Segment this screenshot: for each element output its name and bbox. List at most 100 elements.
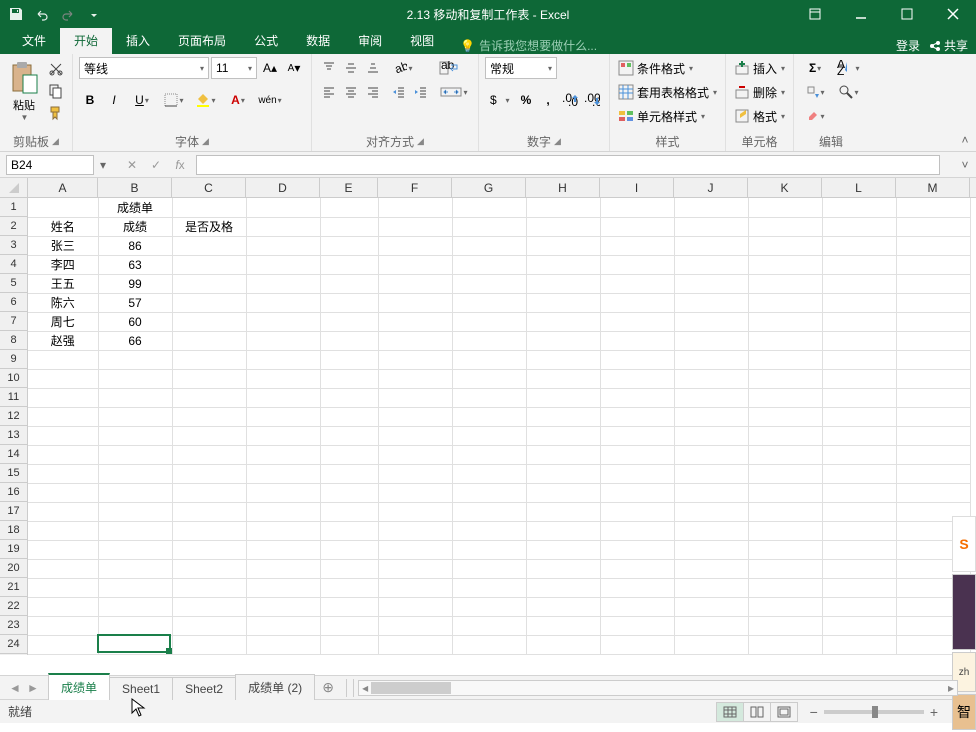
cell[interactable]	[674, 217, 748, 236]
expand-formula-bar-icon[interactable]: ˅	[956, 152, 974, 178]
column-header[interactable]: M	[896, 178, 970, 197]
row-header[interactable]: 6	[0, 293, 27, 312]
cell[interactable]	[28, 597, 98, 616]
cell[interactable]: 60	[98, 312, 172, 331]
conditional-format-button[interactable]: 条件格式▾	[616, 57, 695, 79]
cell[interactable]	[378, 616, 452, 635]
cell[interactable]	[896, 198, 970, 217]
cut-icon[interactable]	[46, 59, 66, 79]
cell[interactable]	[378, 445, 452, 464]
cell[interactable]	[600, 464, 674, 483]
cell[interactable]	[172, 445, 246, 464]
cell[interactable]	[600, 502, 674, 521]
cell[interactable]	[748, 445, 822, 464]
cells-area[interactable]: 成绩单姓名成绩是否及格张三86李四63王五99陈六57周七60赵强66	[28, 198, 976, 655]
cell[interactable]	[452, 388, 526, 407]
cell[interactable]	[748, 331, 822, 350]
cell[interactable]	[452, 502, 526, 521]
row-header[interactable]: 15	[0, 464, 27, 483]
cell[interactable]	[674, 540, 748, 559]
cell[interactable]	[526, 540, 600, 559]
cell[interactable]	[896, 312, 970, 331]
cell[interactable]	[28, 616, 98, 635]
orientation-icon[interactable]: ab▾	[388, 57, 418, 79]
row-header[interactable]: 4	[0, 255, 27, 274]
comma-format-icon[interactable]: ,	[537, 89, 559, 111]
horizontal-scrollbar[interactable]: ◂ ▸	[358, 680, 958, 696]
cell[interactable]	[320, 198, 378, 217]
cell[interactable]	[822, 635, 896, 654]
cell[interactable]	[674, 578, 748, 597]
sheet-tab[interactable]: Sheet1	[109, 677, 173, 700]
cell[interactable]	[600, 540, 674, 559]
share-button[interactable]: 共享	[928, 37, 968, 54]
cell[interactable]	[674, 483, 748, 502]
cell[interactable]: 姓名	[28, 217, 98, 236]
select-all-corner[interactable]	[0, 178, 28, 197]
cell[interactable]	[748, 578, 822, 597]
cell[interactable]	[172, 293, 246, 312]
ribbon-options-icon[interactable]	[792, 0, 838, 28]
cell[interactable]	[748, 464, 822, 483]
fill-button[interactable]: ▾	[800, 81, 830, 103]
row-header[interactable]: 22	[0, 597, 27, 616]
cell[interactable]	[822, 198, 896, 217]
cell[interactable]	[822, 274, 896, 293]
cell[interactable]	[896, 217, 970, 236]
login-link[interactable]: 登录	[896, 37, 920, 54]
cell[interactable]	[674, 198, 748, 217]
enter-formula-icon[interactable]: ✓	[144, 155, 168, 175]
zoom-in-button[interactable]: +	[930, 704, 938, 720]
increase-font-icon[interactable]: A▴	[259, 57, 281, 79]
cell[interactable]	[172, 350, 246, 369]
decrease-decimal-icon[interactable]: .00.0	[581, 89, 603, 111]
cell[interactable]	[526, 331, 600, 350]
cell[interactable]	[674, 312, 748, 331]
cell[interactable]	[526, 293, 600, 312]
tab-home[interactable]: 开始	[60, 27, 112, 54]
cell[interactable]	[320, 635, 378, 654]
cell[interactable]	[378, 274, 452, 293]
align-top-icon[interactable]	[318, 57, 340, 79]
cell[interactable]	[246, 388, 320, 407]
tab-data[interactable]: 数据	[292, 27, 344, 54]
decrease-font-icon[interactable]: A▾	[283, 57, 305, 79]
cell[interactable]	[246, 312, 320, 331]
bold-button[interactable]: B	[79, 89, 101, 111]
cell[interactable]: 张三	[28, 236, 98, 255]
increase-decimal-icon[interactable]: .0.00	[559, 89, 581, 111]
cell[interactable]	[246, 217, 320, 236]
cell[interactable]	[452, 559, 526, 578]
cell[interactable]	[896, 426, 970, 445]
row-header[interactable]: 7	[0, 312, 27, 331]
cell[interactable]	[452, 635, 526, 654]
align-center-icon[interactable]	[340, 81, 362, 103]
cell[interactable]	[452, 464, 526, 483]
cell[interactable]	[822, 483, 896, 502]
row-header[interactable]: 10	[0, 369, 27, 388]
cell[interactable]	[600, 350, 674, 369]
column-header[interactable]: F	[378, 178, 452, 197]
align-bottom-icon[interactable]	[362, 57, 384, 79]
cell[interactable]	[378, 597, 452, 616]
cell[interactable]	[246, 616, 320, 635]
cell[interactable]	[378, 217, 452, 236]
cell[interactable]	[748, 635, 822, 654]
cell[interactable]	[378, 293, 452, 312]
cell[interactable]	[600, 616, 674, 635]
number-format-combo[interactable]: 常规▾	[485, 57, 557, 79]
sogou-widget[interactable]: S	[952, 516, 976, 572]
row-header[interactable]: 14	[0, 445, 27, 464]
cell[interactable]	[246, 369, 320, 388]
cell[interactable]	[674, 445, 748, 464]
cell[interactable]	[378, 540, 452, 559]
cell[interactable]	[246, 521, 320, 540]
name-box-dropdown-icon[interactable]: ▾	[94, 155, 112, 175]
row-header[interactable]: 18	[0, 521, 27, 540]
row-header[interactable]: 5	[0, 274, 27, 293]
cell[interactable]	[822, 540, 896, 559]
cell[interactable]	[452, 293, 526, 312]
cell[interactable]	[674, 521, 748, 540]
cell[interactable]	[28, 445, 98, 464]
cell[interactable]: 57	[98, 293, 172, 312]
